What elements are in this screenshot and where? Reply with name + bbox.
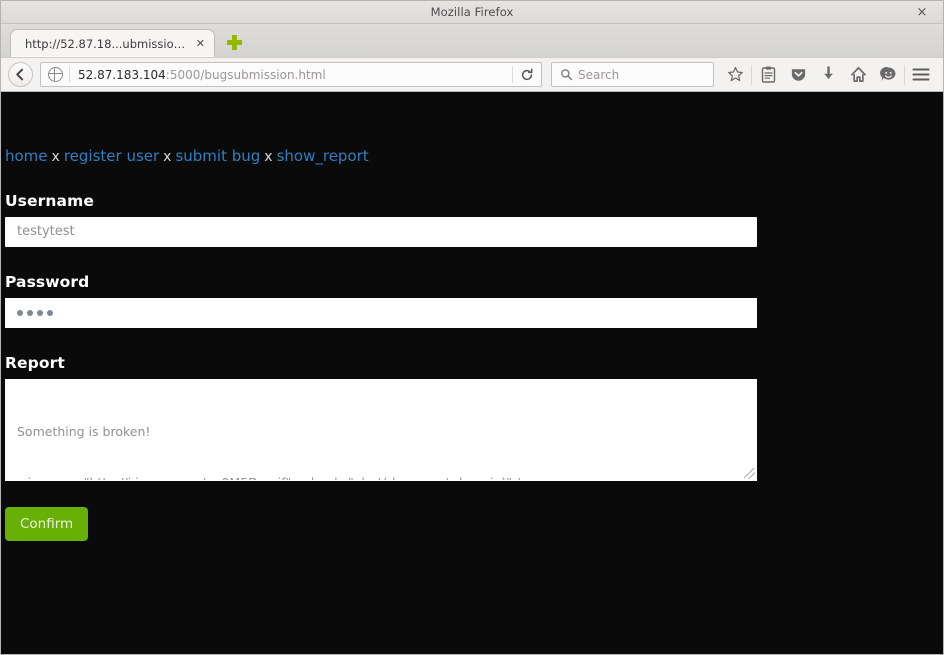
- report-line: <img src="http://i.imgur.com/qn0M5Dq.gif…: [17, 474, 745, 480]
- search-placeholder: Search: [578, 67, 620, 82]
- back-arrow-icon: [16, 68, 24, 81]
- search-icon: [560, 68, 573, 81]
- report-textarea[interactable]: Something is broken! <img src="http://i.…: [5, 378, 757, 481]
- url-bar[interactable]: 52.87.183.104:5000/bugsubmission.html: [40, 62, 542, 87]
- nav-separator: x: [163, 149, 172, 165]
- url-text: 52.87.183.104:5000/bugsubmission.html: [78, 68, 512, 82]
- username-input[interactable]: [5, 216, 757, 247]
- password-dot: [47, 309, 53, 316]
- page-content: home x register user x submit bug x show_repor…: [1, 92, 943, 541]
- password-masked-value: [17, 309, 53, 316]
- toolbar-divider: [904, 64, 905, 85]
- downloads-icon[interactable]: [813, 62, 843, 87]
- nav-link-submit-bug[interactable]: submit bug: [175, 147, 260, 165]
- browser-tab[interactable]: http://52.87.18...ubmission.html ✕: [10, 29, 215, 57]
- confirm-button[interactable]: Confirm: [5, 506, 89, 541]
- tab-strip: http://52.87.18...ubmission.html ✕: [1, 24, 943, 57]
- back-button[interactable]: [8, 62, 33, 87]
- report-textarea-wrapper: Something is broken! <img src="http://i.…: [5, 378, 757, 481]
- browser-window: Mozilla Firefox × http://52.87.18...ubmi…: [0, 0, 944, 655]
- nav-link-show-report[interactable]: show_report: [277, 147, 369, 165]
- globe-icon: [48, 67, 63, 82]
- home-icon[interactable]: [843, 62, 873, 87]
- nav-separator: x: [264, 149, 273, 165]
- password-dot: [17, 309, 23, 316]
- url-path: :5000/bugsubmission.html: [165, 67, 326, 82]
- reader-list-icon[interactable]: [753, 62, 783, 87]
- nav-link-home[interactable]: home: [5, 147, 48, 165]
- hamburger-menu-icon[interactable]: [906, 62, 936, 87]
- feedback-smiley-icon[interactable]: [873, 62, 903, 87]
- site-navigation: home x register user x submit bug x show_repor…: [3, 92, 941, 166]
- password-label: Password: [5, 272, 90, 291]
- window-title: Mozilla Firefox: [430, 5, 514, 19]
- reload-icon: [521, 68, 533, 80]
- password-dot: [27, 309, 33, 316]
- title-bar: Mozilla Firefox ×: [1, 1, 943, 24]
- nav-link-register-user[interactable]: register user: [64, 147, 159, 165]
- username-label: Username: [5, 191, 94, 210]
- report-label: Report: [5, 353, 65, 372]
- search-bar[interactable]: Search: [551, 62, 714, 87]
- url-divider: [69, 67, 70, 82]
- pocket-icon[interactable]: [783, 62, 813, 87]
- toolbar-divider: [751, 64, 752, 85]
- reload-button[interactable]: [513, 63, 541, 86]
- tab-title: http://52.87.18...ubmission.html: [25, 36, 187, 51]
- report-line: Something is broken!: [17, 423, 151, 439]
- nav-separator: x: [51, 149, 60, 165]
- url-host: 52.87.183.104: [78, 67, 166, 82]
- window-close-button[interactable]: ×: [909, 1, 935, 24]
- password-input[interactable]: [5, 297, 757, 328]
- bookmark-star-icon[interactable]: [720, 62, 750, 87]
- page-viewport: home x register user x submit bug x show_repor…: [1, 92, 943, 654]
- navigation-toolbar: 52.87.183.104:5000/bugsubmission.html Se…: [1, 57, 943, 92]
- toolbar-icon-group: [720, 62, 936, 87]
- tab-close-icon[interactable]: ✕: [196, 38, 205, 49]
- new-tab-button[interactable]: [226, 34, 244, 52]
- password-dot: [37, 309, 43, 316]
